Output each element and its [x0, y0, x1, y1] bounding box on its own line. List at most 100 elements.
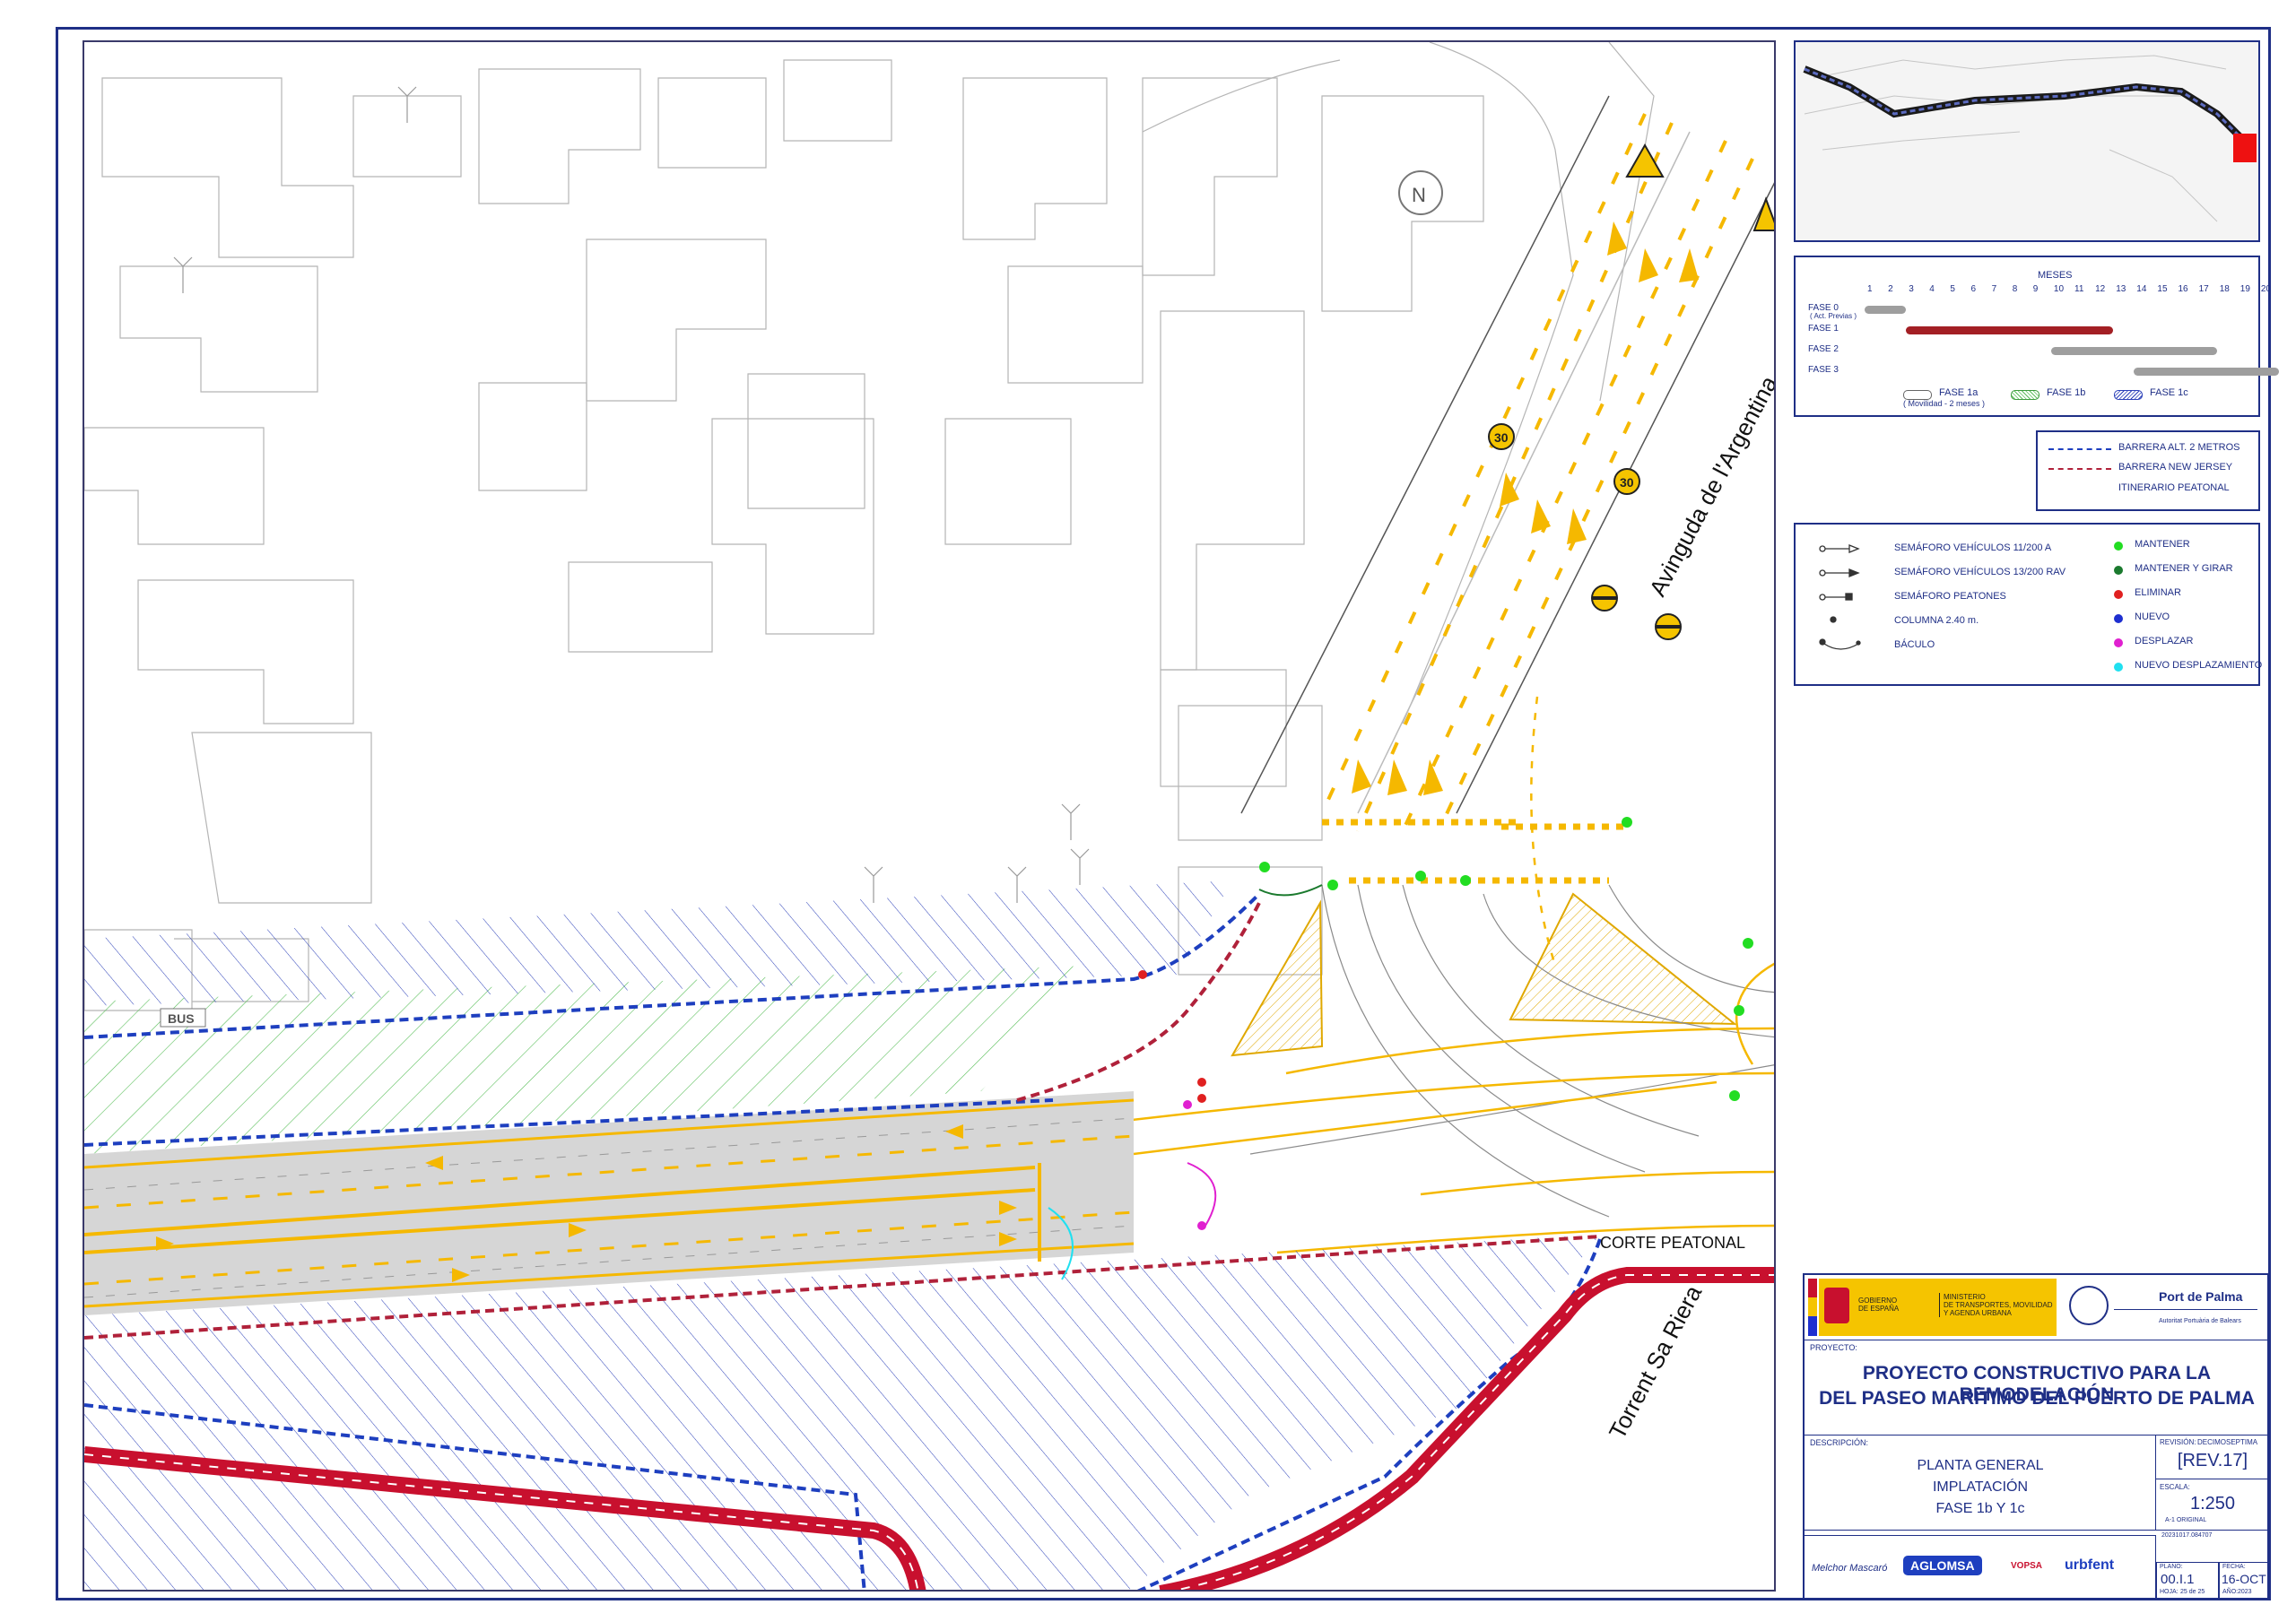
firms-cell: Melchor Mascaró AGLOMSA VOPSA urbfent: [1805, 1535, 2156, 1600]
argentina-lane-marks: [1320, 113, 1754, 832]
firm-1: Melchor Mascaró: [1812, 1563, 1888, 1574]
bus-label: BUS: [168, 1011, 195, 1026]
revision-value: [REV.17]: [2177, 1451, 2248, 1470]
month-label: 18: [2219, 284, 2230, 294]
escala-label: ESCALA:: [2160, 1483, 2190, 1491]
month-label: 13: [2116, 284, 2126, 294]
plan-drawing: N 30 30 BUS Avinguda de l'Argentina Torr…: [84, 42, 1776, 1590]
barrier-alt-line: [2048, 448, 2111, 450]
ano-value: 2023: [2238, 1589, 2252, 1595]
month-label: 15: [2157, 284, 2168, 294]
signal-legend-label: SEMÁFORO VEHÍCULOS 11/200 A: [1894, 542, 2052, 553]
month-label: 12: [2095, 284, 2106, 294]
revision-cell: REVISIÓN: DECIMOSEPTIMA [REV.17]: [2156, 1435, 2269, 1479]
month-label: 20: [2260, 284, 2272, 294]
port-logo-icon: [2069, 1286, 2109, 1325]
signal-legend-label: BÁCULO: [1894, 639, 1935, 650]
escala-cell: ESCALA: 1:250 A-1 ORIGINAL: [2156, 1479, 2269, 1530]
hoja-label: HOJA:: [2160, 1589, 2179, 1595]
plano-label: PLANO:: [2160, 1564, 2183, 1570]
phase-label: FASE 1: [1808, 324, 1839, 334]
phase-sublabel: ( Act. Previas ): [1810, 312, 1857, 320]
month-label: 3: [1909, 284, 1914, 294]
desc-line-1: PLANTA GENERAL: [1917, 1458, 2044, 1473]
month-label: 14: [2136, 284, 2147, 294]
proyecto-label: PROYECTO:: [1810, 1343, 1857, 1352]
month-label: 19: [2239, 284, 2250, 294]
plano-cell: PLANO: 00.I.1 HOJA: 25 de 25: [2156, 1562, 2219, 1600]
fase-1b-label: FASE 1b: [2047, 387, 2086, 398]
signal-legend-label: COLUMNA 2.40 m.: [1894, 615, 1979, 626]
palm-trees: [173, 86, 1090, 903]
barrier-nj-label: BARRERA NEW JERSEY: [2118, 462, 2233, 473]
port-name: Port de Palma: [2159, 1289, 2243, 1304]
status-legend-label: MANTENER Y GIRAR: [2135, 563, 2233, 574]
month-label: 7: [1991, 284, 1997, 294]
month-label: 6: [1970, 284, 1977, 294]
title-block: GOBIERNO DE ESPAÑA MINISTERIO DE TRANSPO…: [1803, 1273, 2269, 1600]
status-dot: [2114, 566, 2123, 575]
speed-sign-2: 30: [1620, 475, 1634, 490]
phase-bar: [2134, 368, 2279, 376]
warning-signs: [1625, 143, 1774, 231]
fase-1b-swatch: [2011, 390, 2039, 400]
project-title-line-2: DEL PASEO MARÍTIMO DEL PUERTO DE PALMA: [1819, 1388, 2255, 1409]
status-legend-label: NUEVO DESPLAZAMIENTO: [2135, 660, 2263, 671]
barrier-nj-line: [2048, 468, 2111, 470]
month-label: 16: [2178, 284, 2188, 294]
firm-3: VOPSA: [2011, 1561, 2043, 1571]
fecha-value: 16-OCT: [2222, 1572, 2266, 1586]
coat-of-arms-icon: [1824, 1288, 1849, 1323]
status-legend-label: ELIMINAR: [2135, 587, 2181, 598]
argentina-arrows: [1352, 221, 1699, 795]
phase-bar: [1865, 306, 1907, 314]
port-rule: [2114, 1309, 2257, 1310]
hoja-value: 25 de 25: [2180, 1589, 2205, 1595]
status-legend-label: DESPLAZAR: [2135, 636, 2194, 646]
status-legend-label: MANTENER: [2135, 539, 2190, 550]
signal-markers: [1138, 817, 1753, 1230]
month-label: 5: [1950, 284, 1955, 294]
phase-bar: [1906, 326, 2114, 334]
rule-3: [1805, 1530, 2269, 1531]
north-arrow: N: [1398, 170, 1443, 215]
month-label: 1: [1867, 284, 1873, 294]
fecha-label: FECHA:: [2222, 1564, 2246, 1570]
flag-stripe: [1808, 1279, 1817, 1336]
itinerario-label: ITINERARIO PEATONAL: [2118, 482, 2230, 493]
gov-label: GOBIERNO DE ESPAÑA: [1858, 1297, 1900, 1313]
street-name-argentina: Avinguda de l'Argentina: [1644, 371, 1776, 601]
phase-bar: [2050, 347, 2217, 355]
key-map: [1794, 40, 2260, 242]
schedule-header: MESES: [2038, 270, 2073, 281]
signal-legend-label: SEMÁFORO VEHÍCULOS 13/200 RAV: [1894, 567, 2066, 577]
fecha-cell: FECHA: 16-OCT AÑO: 2023: [2219, 1562, 2269, 1600]
yellow-triangle-2: [1509, 892, 1737, 1026]
status-dot: [2114, 614, 2123, 623]
month-label: 11: [2074, 284, 2084, 294]
plano-value: 00.I.1: [2161, 1572, 2195, 1587]
status-dot: [2114, 542, 2123, 551]
file-code: 20231017.084707: [2161, 1532, 2213, 1539]
intersection-curves: [1249, 884, 1774, 1218]
svg-text:N: N: [1412, 184, 1426, 206]
port-sub: Autoritat Portuària de Balears: [2159, 1318, 2241, 1324]
port-logo: Port de Palma Autoritat Portuària de Bal…: [2060, 1275, 2269, 1340]
month-label: 8: [2012, 284, 2018, 294]
firm-2: AGLOMSA: [1903, 1556, 1982, 1575]
yellow-triangle-1: [1231, 899, 1324, 1057]
descripcion-label: DESCRIPCIÓN:: [1810, 1438, 1869, 1447]
month-label: 17: [2198, 284, 2209, 294]
month-label: 2: [1888, 284, 1893, 294]
site-plan: N 30 30 BUS Avinguda de l'Argentina Torr…: [83, 40, 1776, 1592]
revision-word: DECIMOSEPTIMA: [2197, 1438, 2258, 1446]
fase-1c-swatch: [2114, 390, 2143, 400]
month-label: 9: [2032, 284, 2039, 294]
escala-value: 1:250: [2189, 1494, 2236, 1514]
ministry-label: MINISTERIO DE TRANSPORTES, MOVILIDAD Y A…: [1939, 1293, 2053, 1317]
revision-label: REVISIÓN:: [2160, 1438, 2196, 1446]
signals-legend: SEMÁFORO VEHÍCULOS 11/200 A SEMÁFORO VEHÍ…: [1794, 523, 2263, 686]
phase-label: FASE 2: [1808, 344, 1839, 354]
desc-line-2: IMPLATACIÓN: [1932, 1479, 2029, 1495]
phase-label: FASE 3: [1808, 365, 1839, 375]
